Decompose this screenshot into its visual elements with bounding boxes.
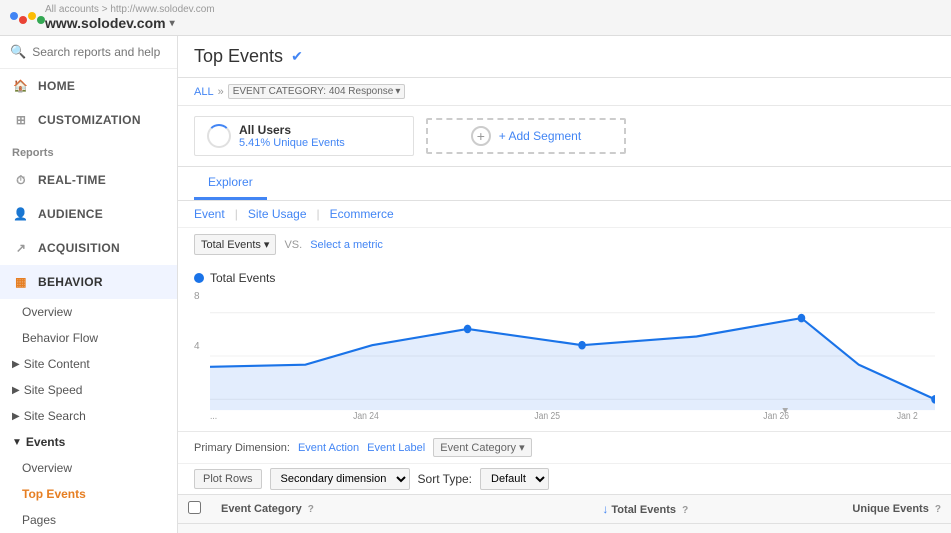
- primary-dimension-label: Primary Dimension:: [194, 442, 290, 454]
- event-label-link[interactable]: Event Label: [367, 442, 425, 454]
- tab-explorer[interactable]: Explorer: [194, 167, 267, 200]
- sort-arrow-down: ↓: [602, 502, 608, 516]
- legend-label: Total Events: [210, 271, 275, 285]
- segment-info: All Users 5.41% Unique Events: [239, 123, 345, 149]
- google-logo: [10, 12, 45, 24]
- svg-text:...: ...: [210, 410, 217, 421]
- sidebar-events[interactable]: ▼ Events: [0, 429, 177, 455]
- sidebar-item-realtime[interactable]: ⏱ REAL-TIME: [0, 163, 177, 197]
- tab-site-usage[interactable]: Site Usage: [248, 207, 307, 221]
- data-table: Event Category ? ↓ Total Events ? Unique…: [178, 494, 951, 533]
- plot-rows-button[interactable]: Plot Rows: [194, 469, 262, 489]
- totals-total-events: 22 % of Total: 5.73% (384): [445, 524, 698, 533]
- top-bar-text: All accounts > http://www.solodev.com ww…: [45, 4, 215, 31]
- chevron-down-icon-events: ▼: [12, 437, 22, 448]
- select-metric-link[interactable]: Select a metric: [310, 239, 383, 251]
- vs-label: VS.: [284, 239, 302, 251]
- table-header-row: Event Category ? ↓ Total Events ? Unique…: [178, 495, 951, 524]
- event-category-dropdown[interactable]: Event Category ▾: [433, 438, 531, 457]
- totals-label: [211, 524, 445, 533]
- page-title: Top Events: [194, 46, 283, 67]
- svg-text:Jan 25: Jan 25: [534, 410, 560, 421]
- sidebar-item-acquisition[interactable]: ↗ ACQUISITION: [0, 231, 177, 265]
- breadcrumb-topbar: All accounts > http://www.solodev.com: [45, 4, 215, 15]
- metric-dropdown[interactable]: Total Events ▾: [194, 234, 276, 255]
- dimension-bar: Primary Dimension: Event Action Event La…: [178, 431, 951, 463]
- chart-legend: Total Events: [194, 271, 935, 285]
- breadcrumb-arrow: »: [218, 86, 224, 98]
- grid-icon: ▦: [12, 273, 30, 291]
- content-header: Top Events ✔: [178, 36, 951, 78]
- sort-type-select[interactable]: Default: [480, 468, 549, 490]
- arrow-icon: ↗: [12, 239, 30, 257]
- y-label-8: 8: [194, 291, 200, 302]
- sidebar-sub-behavior-flow[interactable]: Behavior Flow: [0, 325, 177, 351]
- y-label-4: 4: [194, 341, 200, 352]
- tab-ecommerce[interactable]: Ecommerce: [330, 207, 394, 221]
- th-checkbox: [178, 495, 211, 524]
- sidebar-item-customization[interactable]: ⊞ CUSTOMIZATION: [0, 103, 177, 137]
- totals-unique-events: 20 % of Total: 5.41% (370): [698, 524, 951, 533]
- help-icon-unique[interactable]: ?: [935, 504, 941, 515]
- chevron-right-icon-speed: ▶: [12, 385, 20, 396]
- add-segment-button[interactable]: + + Add Segment: [426, 118, 626, 154]
- sidebar-site-speed[interactable]: ▶ Site Speed: [0, 377, 177, 403]
- segment-sub: 5.41% Unique Events: [239, 137, 345, 149]
- th-unique-events: Unique Events ?: [698, 495, 951, 524]
- site-name[interactable]: www.solodev.com ▾: [45, 15, 215, 31]
- search-icon: 🔍: [10, 44, 26, 60]
- home-icon: 🏠: [12, 77, 30, 95]
- clock-icon: ⏱: [12, 171, 30, 189]
- breadcrumb-bar: ALL » EVENT CATEGORY: 404 Response ▾: [178, 78, 951, 106]
- segment-spinner: [207, 124, 231, 148]
- event-action-link[interactable]: Event Action: [298, 442, 359, 454]
- svg-text:Jan 24: Jan 24: [353, 410, 379, 421]
- chevron-right-icon-search: ▶: [12, 411, 20, 422]
- table-controls: Plot Rows Secondary dimension Sort Type:…: [178, 463, 951, 494]
- sidebar-pages[interactable]: Pages: [0, 507, 177, 533]
- segment-bar: All Users 5.41% Unique Events + + Add Se…: [178, 106, 951, 167]
- chart-subtabs: Event | Site Usage | Ecommerce: [178, 201, 951, 228]
- sidebar-item-audience[interactable]: 👤 AUDIENCE: [0, 197, 177, 231]
- tab-event[interactable]: Event: [194, 207, 225, 221]
- secondary-dimension-select[interactable]: Secondary dimension: [270, 468, 410, 490]
- main-content: Top Events ✔ ALL » EVENT CATEGORY: 404 R…: [178, 36, 951, 533]
- chart-svg: ... Jan 24 Jan 25 Jan 26 Jan 2: [210, 291, 935, 421]
- top-bar: All accounts > http://www.solodev.com ww…: [0, 0, 951, 36]
- th-total-events: ↓ Total Events ?: [445, 495, 698, 524]
- help-icon-total[interactable]: ?: [682, 505, 688, 516]
- segment-name: All Users: [239, 123, 345, 137]
- legend-dot: [194, 273, 204, 283]
- add-icon: +: [471, 126, 491, 146]
- sidebar-item-home[interactable]: 🏠 HOME: [0, 69, 177, 103]
- site-dropdown-arrow[interactable]: ▾: [170, 18, 175, 29]
- select-all-checkbox[interactable]: [188, 501, 201, 514]
- sidebar-item-behavior[interactable]: ▦ BEHAVIOR: [0, 265, 177, 299]
- sidebar-sub-overview[interactable]: Overview: [0, 299, 177, 325]
- person-icon: 👤: [12, 205, 30, 223]
- sidebar-site-content[interactable]: ▶ Site Content: [0, 351, 177, 377]
- segment-all-users[interactable]: All Users 5.41% Unique Events: [194, 116, 414, 156]
- verified-badge: ✔: [291, 48, 303, 65]
- help-icon-category[interactable]: ?: [308, 504, 314, 515]
- sidebar-site-search[interactable]: ▶ Site Search: [0, 403, 177, 429]
- table-totals-row: 22 % of Total: 5.73% (384) 20 % of Total…: [178, 524, 951, 533]
- breadcrumb-category-dropdown[interactable]: EVENT CATEGORY: 404 Response ▾: [228, 84, 406, 99]
- chevron-right-icon: ▶: [12, 359, 20, 370]
- sidebar: 🔍 🏠 HOME ⊞ CUSTOMIZATION Reports ⏱ REAL-…: [0, 36, 178, 533]
- svg-text:Jan 2: Jan 2: [897, 410, 918, 421]
- chart-controls: Total Events ▾ VS. Select a metric: [178, 228, 951, 261]
- th-event-category: Event Category ?: [211, 495, 445, 524]
- chart-container: 8 4 ...: [194, 291, 935, 421]
- explorer-tabs: Explorer: [178, 167, 951, 201]
- breadcrumb-all[interactable]: ALL: [194, 86, 214, 98]
- customization-icon: ⊞: [12, 111, 30, 129]
- sort-type-label: Sort Type:: [418, 472, 472, 486]
- sidebar-top-events[interactable]: Top Events: [0, 481, 177, 507]
- chart-area: Total Events 8 4: [178, 261, 951, 431]
- sidebar-events-overview[interactable]: Overview: [0, 455, 177, 481]
- reports-section-label: Reports: [0, 137, 177, 163]
- search-bar[interactable]: 🔍: [0, 36, 177, 69]
- search-input[interactable]: [32, 45, 167, 59]
